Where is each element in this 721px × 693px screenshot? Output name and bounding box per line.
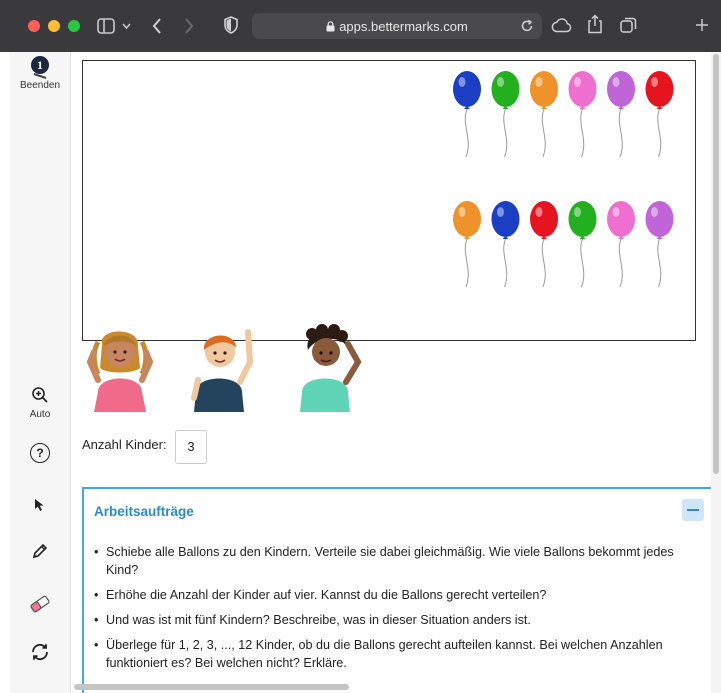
zoom-in-icon [32,387,48,403]
pointer-tool-button[interactable] [10,497,70,518]
lock-icon [326,21,335,32]
horizontal-scrollbar[interactable] [74,684,349,690]
tool-sidebar: 1 Beenden Auto ? [10,52,71,693]
balloon[interactable] [645,201,674,288]
balloon[interactable] [607,201,635,288]
child-boy-pointing[interactable] [190,322,262,412]
zoom-button[interactable]: Auto [10,386,70,420]
icloud-icon[interactable] [550,18,572,33]
back-icon[interactable] [152,17,162,35]
browser-toolbar: apps.bettermarks.com [0,0,721,52]
child-boy-curly[interactable] [296,322,368,412]
quit-button[interactable]: 1 Beenden [10,56,70,91]
browser-window: apps.bettermarks.com 1 Beenden Auto ? An… [0,0,721,693]
eraser-tool-button[interactable] [10,595,70,618]
pencil-tool-button[interactable] [10,542,70,565]
forward-icon[interactable] [184,17,194,35]
task-item: Überlege für 1, 2, 3, ..., 12 Kinder, ob… [94,636,704,672]
notification-badge: 1 [31,56,49,74]
refresh-icon [32,643,48,661]
share-icon[interactable] [587,14,603,34]
task-list: Schiebe alle Ballons zu den Kindern. Ver… [94,543,704,679]
balloon[interactable] [645,71,674,158]
balloon[interactable] [568,71,597,158]
children-count-label: Anzahl Kinder: [82,437,167,452]
tasks-title: Arbeitsaufträge [94,504,194,519]
vertical-scroll-thumb[interactable] [713,54,719,474]
minimize-window-button[interactable] [48,20,60,32]
vertical-scrollbar[interactable] [711,52,721,693]
reset-button[interactable] [10,641,70,668]
address-bar[interactable]: apps.bettermarks.com [252,13,542,39]
help-button[interactable]: ? [10,443,70,463]
tabs-overview-icon[interactable] [620,17,637,34]
balloon[interactable] [530,71,558,158]
sidebar-toggle-icon[interactable] [97,18,115,34]
privacy-shield-icon[interactable] [224,16,238,34]
zoom-window-button[interactable] [68,20,80,32]
eraser-icon [30,595,50,613]
reload-icon[interactable] [520,19,534,33]
balloon[interactable] [491,71,520,158]
help-icon: ? [30,443,50,463]
task-item: Schiebe alle Ballons zu den Kindern. Ver… [94,543,704,579]
cursor-arrow-icon [35,499,44,511]
pencil-icon [32,543,48,559]
balloon[interactable] [607,71,635,158]
balloon-stage [82,60,696,341]
chevron-down-icon[interactable] [122,22,131,30]
child-girl[interactable] [84,322,156,412]
balloon[interactable] [530,201,558,288]
balloon[interactable] [491,201,520,288]
balloon[interactable] [568,201,597,288]
task-item: Und was ist mit fünf Kindern? Beschreibe… [94,611,704,629]
collapse-button[interactable] [682,499,704,521]
tasks-panel: Arbeitsaufträge Schiebe alle Ballons zu … [82,487,717,693]
new-tab-icon[interactable] [695,18,709,32]
zoom-label: Auto [29,409,51,420]
close-window-button[interactable] [28,20,40,32]
balloon[interactable] [453,71,481,158]
balloon[interactable] [453,201,481,288]
quit-label: Beenden [19,80,61,91]
balloon-area [453,71,674,288]
children-count-input[interactable]: 3 [175,430,207,464]
url-text: apps.bettermarks.com [339,19,468,34]
task-item: Erhöhe die Anzahl der Kinder auf vier. K… [94,586,704,604]
